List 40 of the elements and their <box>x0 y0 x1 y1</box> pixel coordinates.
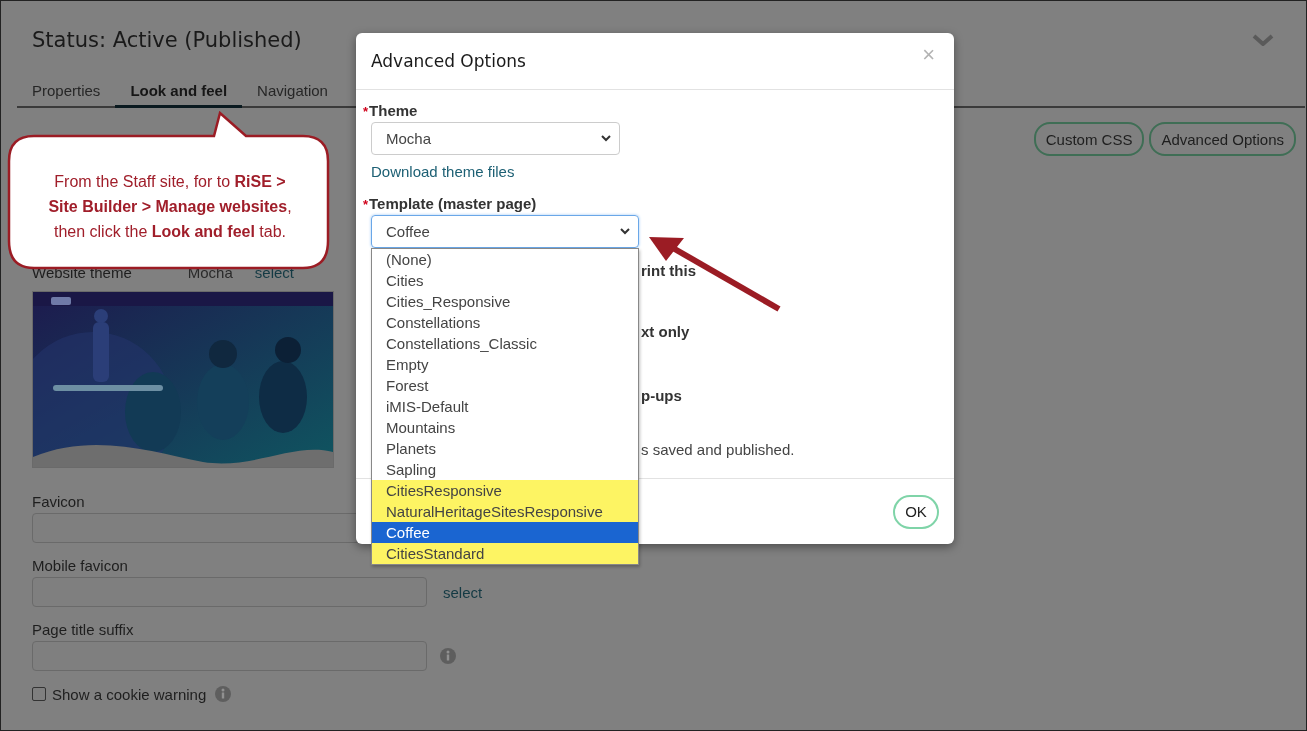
checkbox-label: Show a cookie warning <box>52 685 207 703</box>
dropdown-option[interactable]: Planets <box>372 438 638 459</box>
dropdown-option[interactable]: Coffee <box>372 522 638 543</box>
callout-text: From the Staff site, for to RiSE > Site Builder > Manage websites, then click the Look and feel tab. <box>47 172 293 242</box>
dropdown-option[interactable]: iMIS-Default <box>372 396 638 417</box>
dropdown-option[interactable]: NaturalHeritageSitesResponsive <box>372 501 638 522</box>
option-text: p-ups <box>641 387 682 404</box>
dropdown-option[interactable]: Mountains <box>372 417 638 438</box>
dialog-title: Advanced Options <box>371 51 526 71</box>
theme-value: Mocha <box>187 263 233 281</box>
theme-select[interactable]: Mocha <box>371 122 620 155</box>
dropdown-option[interactable]: Constellations_Classic <box>372 333 638 354</box>
outline-button[interactable]: Custom CSS <box>1033 122 1145 156</box>
dropdown-option[interactable]: (None) <box>372 249 638 270</box>
template-select[interactable]: Coffee <box>371 215 639 248</box>
dropdown-option[interactable]: Empty <box>372 354 638 375</box>
tab[interactable]: Properties <box>17 82 116 108</box>
required-asterisk: * <box>363 197 369 212</box>
page-title: Status: Active (Published) <box>32 28 302 52</box>
option-text: rint this <box>641 262 696 279</box>
tab[interactable]: Navigation <box>242 82 343 108</box>
download-link[interactable]: Download theme files <box>371 163 515 180</box>
dropdown-option[interactable]: CitiesStandard <box>372 543 638 564</box>
outline-button[interactable]: Advanced Options <box>1149 122 1296 156</box>
ok-button[interactable]: OK <box>893 494 939 529</box>
dropdown-option[interactable]: Constellations <box>372 312 638 333</box>
dropdown-option[interactable]: CitiesResponsive <box>372 480 638 501</box>
field-label: Favicon <box>32 493 85 510</box>
required-asterisk: * <box>363 104 369 119</box>
dropdown-option[interactable]: Forest <box>372 375 638 396</box>
field-label: Mobile favicon <box>32 557 128 574</box>
option-text: xt only <box>641 323 690 340</box>
field-label: Theme <box>369 102 418 119</box>
option-text: s saved and published. <box>641 441 795 458</box>
dropdown-option[interactable]: Cities_Responsive <box>372 291 638 312</box>
tab[interactable]: Look and feel <box>115 82 243 108</box>
field-label: Template (master page) <box>369 195 537 212</box>
dropdown-option[interactable]: Sapling <box>372 459 638 480</box>
field-label: Page title suffix <box>32 621 134 638</box>
dropdown-option[interactable]: Cities <box>372 270 638 291</box>
